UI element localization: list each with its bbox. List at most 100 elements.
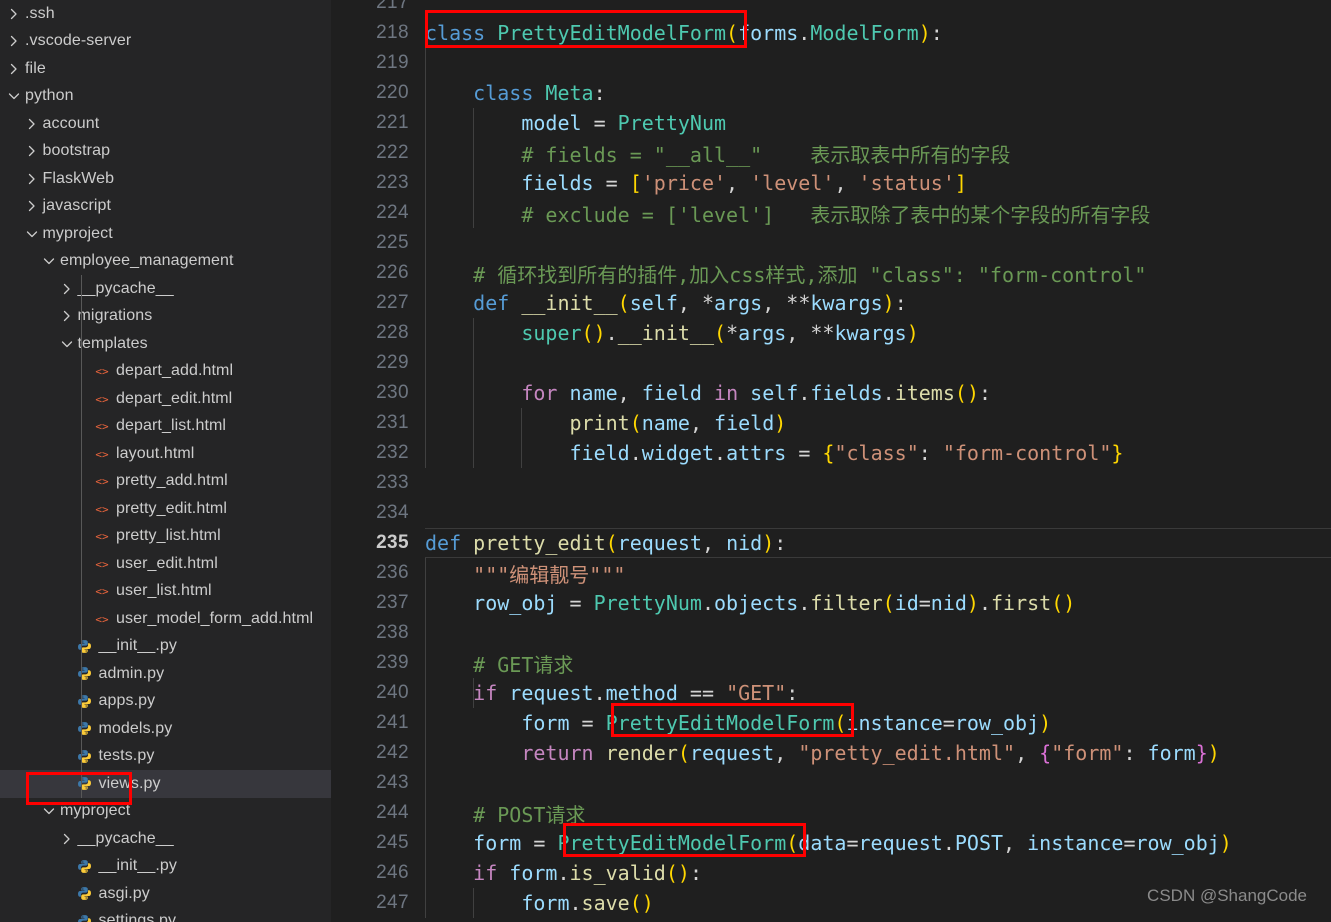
code-line-239[interactable]: 239 # GET请求: [331, 648, 1331, 678]
chevron-right-icon[interactable]: [59, 281, 75, 297]
code-line-222[interactable]: 222 # fields = "__all__" 表示取表中所有的字段: [331, 138, 1331, 168]
code-line-231[interactable]: 231 print(name, field): [331, 408, 1331, 438]
code-line-224[interactable]: 224 # exclude = ['level'] 表示取除了表中的某个字段的所…: [331, 198, 1331, 228]
chevron-right-icon[interactable]: [24, 171, 40, 187]
code-line-232[interactable]: 232 field.widget.attrs = {"class": "form…: [331, 438, 1331, 468]
code-line-219[interactable]: 219: [331, 48, 1331, 78]
code-line-244[interactable]: 244 # POST请求: [331, 798, 1331, 828]
code-line-220[interactable]: 220 class Meta:: [331, 78, 1331, 108]
tree-item-admin-py[interactable]: admin.py: [0, 660, 331, 688]
svg-text:<>: <>: [95, 585, 109, 598]
tree-item-views-py[interactable]: views.py: [0, 770, 331, 798]
tree-item-apps-py[interactable]: apps.py: [0, 688, 331, 716]
tree-item-label: .ssh: [25, 4, 55, 22]
line-text: form = PrettyEditModelForm(instance=row_…: [521, 711, 1052, 735]
tree-item-pretty-add-html[interactable]: <> pretty_add.html: [0, 468, 331, 496]
python-file-icon: [76, 721, 94, 737]
tree-item-user-edit-html[interactable]: <> user_edit.html: [0, 550, 331, 578]
chevron-right-icon[interactable]: [59, 308, 75, 324]
line-text: # fields = "__all__" 表示取表中所有的字段: [521, 142, 1011, 167]
tree-item-pycache[interactable]: __pycache__: [0, 825, 331, 853]
tree-item-settings-py[interactable]: settings.py: [0, 908, 331, 922]
chevron-right-icon[interactable]: [24, 198, 40, 214]
chevron-down-icon[interactable]: [6, 88, 22, 104]
tree-item-account[interactable]: account: [0, 110, 331, 138]
code-line-242[interactable]: 242 return render(request, "pretty_edit.…: [331, 738, 1331, 768]
chevron-right-icon[interactable]: [24, 116, 40, 132]
tree-item-ssh[interactable]: .ssh: [0, 0, 331, 28]
code-line-246[interactable]: 246 if form.is_valid():: [331, 858, 1331, 888]
code-indent-guide: [425, 228, 426, 258]
tree-item-pretty-edit-html[interactable]: <> pretty_edit.html: [0, 495, 331, 523]
code-indent-guide: [425, 258, 426, 288]
tree-item-depart-list-html[interactable]: <> depart_list.html: [0, 413, 331, 441]
line-number: 222: [376, 142, 409, 163]
chevron-right-icon[interactable]: [6, 61, 22, 77]
tree-item-templates[interactable]: templates: [0, 330, 331, 358]
code-line-237[interactable]: 237 row_obj = PrettyNum.objects.filter(i…: [331, 588, 1331, 618]
code-line-236[interactable]: 236 """编辑靓号""": [331, 558, 1331, 588]
tree-item-asgi-py[interactable]: asgi.py: [0, 880, 331, 908]
code-line-227[interactable]: 227 def __init__(self, *args, **kwargs):: [331, 288, 1331, 318]
code-line-217[interactable]: 217: [331, 0, 1331, 18]
code-line-245[interactable]: 245 form = PrettyEditModelForm(data=requ…: [331, 828, 1331, 858]
code-line-221[interactable]: 221 model = PrettyNum: [331, 108, 1331, 138]
tree-item-user-model-form-add-html[interactable]: <> user_model_form_add.html: [0, 605, 331, 633]
tree-item-file[interactable]: file: [0, 55, 331, 83]
tree-item-myproject[interactable]: myproject: [0, 798, 331, 826]
tree-item-init-py[interactable]: __init__.py: [0, 633, 331, 661]
chevron-down-icon[interactable]: [41, 803, 57, 819]
tree-item-pycache[interactable]: __pycache__: [0, 275, 331, 303]
tree-item-user-list-html[interactable]: <> user_list.html: [0, 578, 331, 606]
line-number: 239: [376, 652, 409, 673]
tree-item-myproject[interactable]: myproject: [0, 220, 331, 248]
code-line-228[interactable]: 228 super().__init__(*args, **kwargs): [331, 318, 1331, 348]
tree-item-tests-py[interactable]: tests.py: [0, 743, 331, 771]
file-explorer-sidebar[interactable]: .ssh .vscode-server file python account boots…: [0, 0, 331, 922]
code-line-234[interactable]: 234: [331, 498, 1331, 528]
tree-item-label: user_model_form_add.html: [116, 609, 314, 627]
tree-item-depart-edit-html[interactable]: <> depart_edit.html: [0, 385, 331, 413]
tree-item-layout-html[interactable]: <> layout.html: [0, 440, 331, 468]
code-line-243[interactable]: 243: [331, 768, 1331, 798]
tree-item-python[interactable]: python: [0, 83, 331, 111]
code-line-238[interactable]: 238: [331, 618, 1331, 648]
tree-item-bootstrap[interactable]: bootstrap: [0, 138, 331, 166]
tree-item-vscode-server[interactable]: .vscode-server: [0, 28, 331, 56]
tree-item-depart-add-html[interactable]: <> depart_add.html: [0, 358, 331, 386]
code-indent-guide: [425, 438, 426, 468]
code-indent-guide: [425, 108, 426, 138]
tree-item-pretty-list-html[interactable]: <> pretty_list.html: [0, 523, 331, 551]
file-tree[interactable]: .ssh .vscode-server file python account boots…: [0, 0, 331, 922]
chevron-right-icon[interactable]: [24, 143, 40, 159]
tree-item-init-py[interactable]: __init__.py: [0, 853, 331, 881]
code-content[interactable]: 217 218 class PrettyEditModelForm(forms.Mo…: [331, 0, 1331, 918]
svg-text:<>: <>: [95, 503, 109, 516]
code-line-226[interactable]: 226 # 循环找到所有的插件,加入css样式,添加 "class": "for…: [331, 258, 1331, 288]
tree-item-javascript[interactable]: javascript: [0, 193, 331, 221]
chevron-right-icon[interactable]: [6, 33, 22, 49]
code-line-235[interactable]: 235 def pretty_edit(request, nid):: [331, 528, 1331, 558]
code-line-230[interactable]: 230 for name, field in self.fields.items…: [331, 378, 1331, 408]
tree-item-flaskweb[interactable]: FlaskWeb: [0, 165, 331, 193]
tree-item-employee-management[interactable]: employee_management: [0, 248, 331, 276]
code-line-240[interactable]: 240 if request.method == "GET":: [331, 678, 1331, 708]
code-line-223[interactable]: 223 fields = ['price', 'level', 'status'…: [331, 168, 1331, 198]
chevron-down-icon[interactable]: [59, 336, 75, 352]
chevron-right-icon[interactable]: [59, 831, 75, 847]
tree-item-label: apps.py: [98, 692, 156, 710]
code-line-218[interactable]: 218 class PrettyEditModelForm(forms.Model…: [331, 18, 1331, 48]
code-line-233[interactable]: 233: [331, 468, 1331, 498]
code-line-241[interactable]: 241 form = PrettyEditModelForm(instance=…: [331, 708, 1331, 738]
tree-item-migrations[interactable]: migrations: [0, 303, 331, 331]
code-line-225[interactable]: 225: [331, 228, 1331, 258]
tree-item-models-py[interactable]: models.py: [0, 715, 331, 743]
code-line-229[interactable]: 229: [331, 348, 1331, 378]
code-editor[interactable]: 217 218 class PrettyEditModelForm(forms.Mo…: [331, 0, 1331, 922]
chevron-down-icon[interactable]: [41, 253, 57, 269]
line-number: 232: [376, 442, 409, 463]
chevron-down-icon[interactable]: [24, 226, 40, 242]
code-indent-guide: [425, 78, 426, 108]
chevron-right-icon[interactable]: [6, 6, 22, 22]
html-file-icon: <>: [93, 611, 111, 627]
